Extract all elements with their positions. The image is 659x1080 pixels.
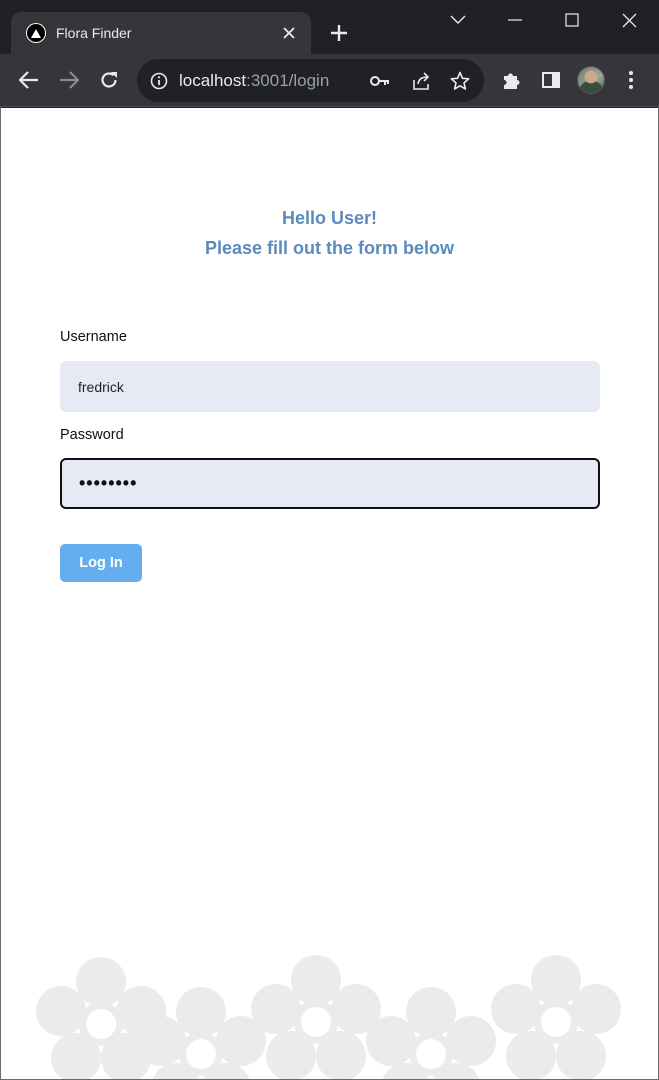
username-value: fredrick (78, 378, 124, 395)
login-page: Hello User! Please fill out the form bel… (1, 108, 658, 1079)
close-tab-icon[interactable] (279, 23, 299, 43)
close-window-icon[interactable] (614, 6, 644, 34)
star-icon[interactable] (449, 70, 471, 92)
username-field[interactable]: fredrick (60, 361, 600, 412)
password-value: •••••••• (79, 473, 138, 493)
browser-tab[interactable]: Flora Finder (11, 12, 311, 54)
username-label: Username (60, 329, 127, 345)
greeting-line-2: Please fill out the form below (204, 238, 455, 258)
reload-icon[interactable] (95, 66, 123, 94)
tab-title: Flora Finder (56, 25, 132, 41)
address-bar[interactable]: localhost:3001/login (137, 59, 484, 102)
back-arrow-icon[interactable] (15, 66, 43, 94)
url-path: :3001/login (246, 71, 330, 90)
password-label: Password (60, 427, 124, 443)
url-host: localhost (179, 71, 247, 90)
window-border-left (0, 107, 1, 1080)
greeting-heading: Hello User! Please fill out the form bel… (1, 203, 658, 263)
browser-toolbar: localhost:3001/login (0, 54, 659, 107)
extensions-puzzle-icon[interactable] (498, 67, 524, 93)
key-icon[interactable] (369, 70, 391, 92)
profile-avatar[interactable] (577, 66, 605, 94)
forward-arrow-icon[interactable] (55, 66, 83, 94)
site-info-icon[interactable] (149, 71, 169, 91)
favicon-icon (26, 23, 46, 43)
kebab-menu-icon[interactable] (618, 67, 644, 93)
greeting-line-1: Hello User! (281, 208, 378, 228)
side-panel-icon[interactable] (538, 67, 564, 93)
minimize-icon[interactable] (500, 6, 530, 34)
login-button[interactable]: Log In (60, 544, 142, 582)
tab-search-chevron-icon[interactable] (443, 6, 473, 34)
new-tab-icon[interactable] (326, 20, 352, 46)
share-icon[interactable] (410, 70, 432, 92)
password-field[interactable]: •••••••• (60, 458, 600, 509)
url-text[interactable]: localhost:3001/login (179, 71, 329, 91)
flower-decoration-icon (36, 955, 621, 1079)
maximize-icon[interactable] (557, 6, 587, 34)
browser-titlebar: Flora Finder (0, 0, 659, 54)
